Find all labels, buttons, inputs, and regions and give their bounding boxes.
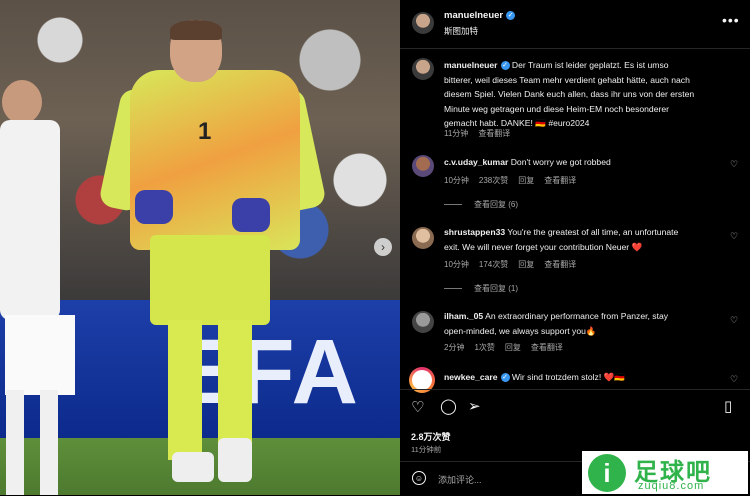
comment-avatar[interactable] bbox=[412, 227, 434, 249]
comment-input[interactable]: 添加评论... bbox=[438, 473, 482, 486]
comment-text: c.v.uday_kumar Don't worry we got robbed bbox=[444, 157, 611, 167]
comment-text: shrustappen33 You're the greatest of all… bbox=[444, 227, 679, 252]
view-replies[interactable]: 查看回复 (6) bbox=[444, 199, 518, 210]
comment-icon[interactable]: ◯ bbox=[440, 397, 457, 415]
translate-link[interactable]: 查看翻译 bbox=[478, 129, 510, 138]
caption-username[interactable]: manuelneuer bbox=[444, 60, 498, 70]
comment-avatar[interactable] bbox=[412, 311, 434, 333]
heart-icon[interactable]: ♡ bbox=[730, 315, 738, 326]
post-location[interactable]: 斯图加特 bbox=[444, 25, 478, 37]
view-replies[interactable]: 查看回复 (1) bbox=[444, 283, 518, 294]
comment-meta: 10分钟 174次赞 回复 查看翻译 bbox=[444, 260, 577, 269]
caption-avatar[interactable] bbox=[412, 58, 434, 80]
comment-username[interactable]: c.v.uday_kumar bbox=[444, 157, 508, 167]
watermark-logo: i 足球吧 zuqiu8.com bbox=[582, 451, 748, 494]
jersey-number: 1 bbox=[198, 118, 212, 145]
comment-username[interactable]: ilham._05 bbox=[444, 311, 483, 321]
owner-avatar[interactable] bbox=[412, 12, 434, 34]
comment-text: newkee_care ✓ Wir sind trotzdem stolz! ❤️… bbox=[444, 372, 625, 383]
post-header: manuelneuer ✓ 斯图加特 ••• bbox=[400, 0, 750, 49]
verified-icon: ✓ bbox=[500, 373, 510, 383]
comment-meta: 2分钟 1次赞 回复 查看翻译 bbox=[444, 343, 563, 352]
watermark-mark: i bbox=[588, 454, 626, 492]
post-photo: EFA 1 › bbox=[0, 0, 400, 495]
bookmark-icon[interactable]: ▯ bbox=[724, 397, 732, 415]
heart-icon[interactable]: ♡ bbox=[411, 398, 424, 416]
heart-icon[interactable]: ♡ bbox=[730, 231, 738, 242]
goalkeeper-figure: 1 bbox=[97, 20, 328, 490]
chevron-right-icon[interactable]: › bbox=[374, 238, 392, 256]
caption-meta: 11分钟 查看翻译 bbox=[444, 129, 511, 138]
comment-username[interactable]: newkee_care bbox=[444, 372, 498, 382]
like-count[interactable]: 2.8万次赞 bbox=[411, 430, 451, 443]
share-icon[interactable]: ➢ bbox=[468, 397, 481, 415]
post-date: 11分钟前 bbox=[411, 445, 442, 454]
more-icon[interactable]: ••• bbox=[722, 12, 740, 28]
verified-icon: ✓ bbox=[506, 10, 516, 20]
comment-username[interactable]: shrustappen33 bbox=[444, 227, 505, 237]
comment-avatar[interactable] bbox=[412, 155, 434, 177]
emoji-icon[interactable]: ☺ bbox=[412, 471, 426, 485]
comment-text: ilham._05 An extraordinary performance f… bbox=[444, 311, 669, 336]
watermark-url: zuqiu8.com bbox=[638, 480, 705, 492]
teammate-figure bbox=[0, 80, 85, 495]
heart-icon[interactable]: ♡ bbox=[730, 374, 738, 385]
caption: manuelneuer ✓ Der Traum ist leider geplat… bbox=[444, 60, 695, 128]
post-panel: manuelneuer ✓ 斯图加特 ••• manuelneuer ✓ Der T… bbox=[400, 0, 750, 495]
owner-username[interactable]: manuelneuer ✓ bbox=[444, 10, 516, 21]
heart-icon[interactable]: ♡ bbox=[730, 159, 738, 170]
verified-icon: ✓ bbox=[500, 61, 510, 71]
comment-meta: 10分钟 238次赞 回复 查看翻译 bbox=[444, 176, 577, 185]
